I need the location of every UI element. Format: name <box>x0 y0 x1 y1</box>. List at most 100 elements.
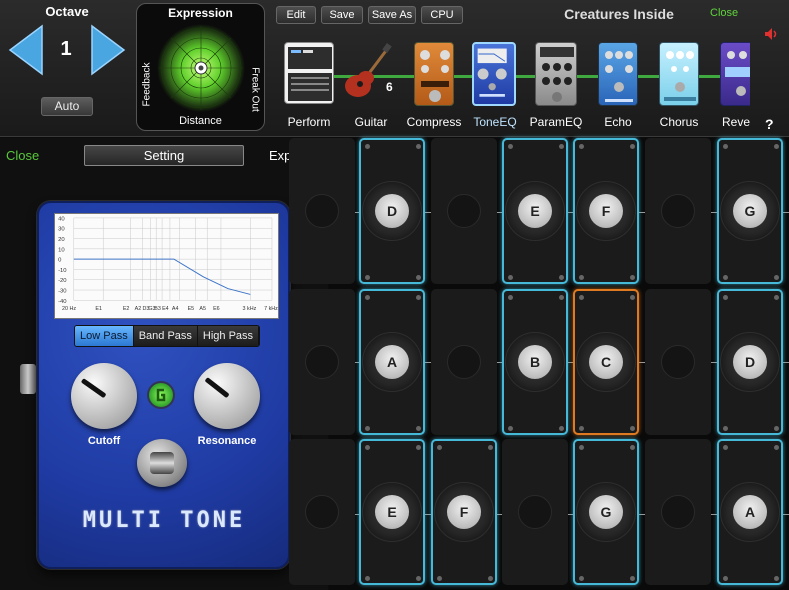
close-top-button[interactable]: Close <box>710 7 738 19</box>
cutoff-label: Cutoff <box>87 435 121 447</box>
auto-button[interactable]: Auto <box>41 97 93 116</box>
note-pad-empty[interactable] <box>289 439 355 585</box>
pad-screw-dot <box>579 144 584 149</box>
note-pad-empty[interactable] <box>289 138 355 284</box>
pad-note-label: F <box>589 194 623 228</box>
setting-tab[interactable]: Setting <box>84 145 244 166</box>
expression-feedback-label: Feedback <box>141 62 153 107</box>
chain-item-perform[interactable] <box>284 42 334 104</box>
note-pad-g[interactable]: G <box>573 439 639 585</box>
reverb-thumbnail <box>720 42 750 106</box>
filter-band-pass[interactable]: Band Pass <box>133 326 198 346</box>
rig-title: Creatures Inside <box>564 6 674 22</box>
graph-x-tick: E5 <box>188 306 195 312</box>
guitar-icon <box>345 43 392 97</box>
note-pad-d[interactable]: D <box>717 289 783 435</box>
pad-screw-dot <box>774 144 779 149</box>
expression-xy-pad[interactable] <box>157 24 245 112</box>
pad-note-label: E <box>518 194 552 228</box>
speaker-icon[interactable] <box>763 26 779 42</box>
note-pad-empty[interactable] <box>289 289 355 435</box>
pad-screw-dot <box>416 295 421 300</box>
pad-note-label: F <box>447 495 481 529</box>
note-pad-f[interactable]: F <box>573 138 639 284</box>
graph-x-tick: E4 <box>162 306 169 312</box>
edit-button[interactable]: Edit <box>276 6 316 24</box>
multi-tone-pedal: 40 30 20 10 0 -10 -20 -30 -40 20 Hz E1 E2 A2 D3 G3 B3 E4… <box>37 201 290 569</box>
note-pad-empty[interactable] <box>431 138 497 284</box>
save-as-button[interactable]: Save As <box>368 6 416 24</box>
pad-empty-ring <box>305 345 339 379</box>
expression-distance-label: Distance <box>179 115 222 127</box>
pad-note-label: G <box>733 194 767 228</box>
octave-down-button[interactable] <box>8 24 44 76</box>
pad-screw-dot <box>774 445 779 450</box>
filter-high-pass[interactable]: High Pass <box>197 326 260 346</box>
graph-y-tick: 0 <box>58 258 62 264</box>
pad-screw-dot <box>723 576 728 581</box>
input-jack <box>20 364 36 394</box>
pad-screw-dot <box>723 144 728 149</box>
chain-item-guitar[interactable]: 6 <box>342 42 393 104</box>
top-bar: Octave 1 Auto Expression Feedback Freak … <box>0 0 789 137</box>
note-pad-empty[interactable] <box>645 439 711 585</box>
pad-screw-dot <box>630 426 635 431</box>
pad-screw-dot <box>774 295 779 300</box>
pad-screw-dot <box>774 576 779 581</box>
pad-empty-ring <box>518 495 552 529</box>
pad-empty-ring <box>447 345 481 379</box>
note-pad-a[interactable]: A <box>717 439 783 585</box>
pad-screw-dot <box>723 445 728 450</box>
chain-item-echo[interactable] <box>598 42 638 106</box>
pad-screw-dot <box>365 275 370 280</box>
octave-up-button[interactable] <box>90 24 126 76</box>
cutoff-knob[interactable] <box>71 363 137 429</box>
pad-empty-ring <box>661 345 695 379</box>
chain-item-parameq[interactable] <box>535 42 577 106</box>
pad-screw-dot <box>416 576 421 581</box>
expression-freak-out-label: Freak Out <box>249 67 261 112</box>
chain-label-guitar: Guitar <box>354 115 388 129</box>
effect-settings-panel: Close Setting Expert > 403020100-10-20-3… <box>0 138 328 590</box>
guitar-badge: 6 <box>386 80 393 94</box>
note-pad-e[interactable]: E <box>502 138 568 284</box>
graph-y-tick: -40 <box>58 299 67 305</box>
note-pad-empty[interactable] <box>645 138 711 284</box>
pad-empty-ring <box>305 194 339 228</box>
pad-empty-ring <box>305 495 339 529</box>
filter-response-graph: 40 30 20 10 0 -10 -20 -30 -40 20 Hz E1 E2 A2 D3 G3 B3 E4… <box>54 213 279 319</box>
chain-label-parameq: ParamEQ <box>529 115 583 129</box>
note-pad-empty[interactable] <box>645 289 711 435</box>
resonance-knob[interactable] <box>194 363 260 429</box>
save-button[interactable]: Save <box>321 6 363 24</box>
resonance-label: Resonance <box>197 435 257 447</box>
note-pad-empty[interactable] <box>502 439 568 585</box>
note-pad-f[interactable]: F <box>431 439 497 585</box>
pad-screw-dot <box>488 445 493 450</box>
footswitch-button[interactable] <box>137 439 187 487</box>
filter-low-pass[interactable]: Low Pass <box>75 326 134 346</box>
graph-y-tick: 10 <box>58 247 65 253</box>
octave-title: Octave <box>45 4 89 19</box>
note-pad-grid: D E F G A B C D E F G A <box>289 138 789 590</box>
graph-x-tick: A2 <box>135 306 142 312</box>
chain-item-reverb[interactable] <box>720 42 750 106</box>
note-pad-a[interactable]: A <box>359 289 425 435</box>
chain-item-chorus[interactable] <box>659 42 699 106</box>
note-pad-empty[interactable] <box>431 289 497 435</box>
help-button[interactable]: ? <box>765 116 774 132</box>
pad-screw-dot <box>416 275 421 280</box>
note-pad-c[interactable]: C <box>573 289 639 435</box>
pad-screw-dot <box>559 426 564 431</box>
note-pad-e[interactable]: E <box>359 439 425 585</box>
note-pad-b[interactable]: B <box>502 289 568 435</box>
note-pad-g[interactable]: G <box>717 138 783 284</box>
chain-item-toneeq[interactable] <box>472 42 516 106</box>
chain-item-compress[interactable] <box>414 42 454 106</box>
panel-close-button[interactable]: Close <box>6 148 39 163</box>
perform-thumbnail <box>284 42 334 104</box>
cpu-button[interactable]: CPU <box>421 6 463 24</box>
note-pad-d[interactable]: D <box>359 138 425 284</box>
pad-note-label: C <box>589 345 623 379</box>
pad-screw-dot <box>723 295 728 300</box>
